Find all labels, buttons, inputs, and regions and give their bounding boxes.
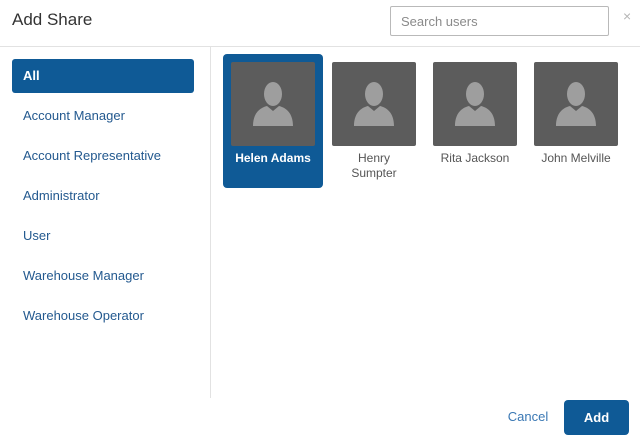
add-button[interactable]: Add	[564, 400, 629, 435]
close-icon[interactable]: ×	[623, 8, 631, 24]
user-silhouette-icon	[253, 82, 293, 126]
sidebar-item-warehouse-operator[interactable]: Warehouse Operator	[12, 299, 194, 333]
user-card-henry-sumpter[interactable]: Henry Sumpter	[324, 54, 424, 188]
avatar	[332, 62, 416, 146]
user-silhouette-icon	[556, 82, 596, 126]
user-name: Helen Adams	[235, 151, 311, 165]
avatar	[231, 62, 315, 146]
user-card-rita-jackson[interactable]: Rita Jackson	[425, 54, 525, 188]
avatar	[534, 62, 618, 146]
sidebar-item-all[interactable]: All	[12, 59, 194, 93]
role-sidebar: All Account Manager Account Representati…	[0, 47, 210, 398]
search-users-input[interactable]	[390, 6, 609, 36]
dialog-title: Add Share	[12, 10, 93, 29]
user-silhouette-icon	[354, 82, 394, 126]
sidebar-item-administrator[interactable]: Administrator	[12, 179, 194, 213]
sidebar-item-account-representative[interactable]: Account Representative	[12, 139, 194, 173]
sidebar-item-warehouse-manager[interactable]: Warehouse Manager	[12, 259, 194, 293]
user-name: Henry Sumpter	[351, 151, 397, 180]
cancel-button[interactable]: Cancel	[500, 400, 556, 434]
user-card-john-melville[interactable]: John Melville	[526, 54, 626, 188]
user-name: John Melville	[541, 151, 611, 165]
avatar	[433, 62, 517, 146]
sidebar-item-account-manager[interactable]: Account Manager	[12, 99, 194, 133]
dialog-header: Add Share ×	[0, 0, 640, 46]
user-silhouette-icon	[455, 82, 495, 126]
sidebar-item-user[interactable]: User	[12, 219, 194, 253]
user-card-helen-adams[interactable]: Helen Adams	[223, 54, 323, 188]
sidebar-divider	[210, 47, 211, 398]
user-name: Rita Jackson	[440, 151, 510, 165]
add-share-dialog: Add Share × All Account Manager Account …	[0, 0, 640, 441]
